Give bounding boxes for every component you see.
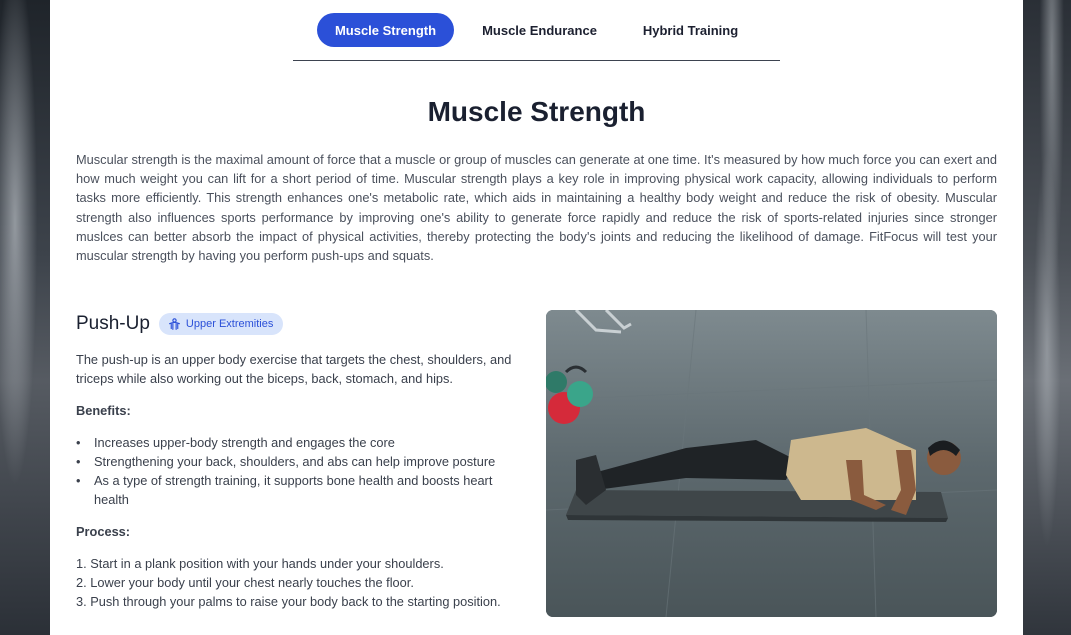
background-right <box>1023 0 1071 635</box>
benefit-item: Increases upper-body strength and engage… <box>76 433 521 452</box>
benefits-heading: Benefits: <box>76 403 131 418</box>
background-left <box>0 0 50 635</box>
body-area-badge: Upper Extremities <box>158 313 284 335</box>
content-panel: Muscle Strength Muscle Endurance Hybrid … <box>50 0 1023 635</box>
section-title: Muscle Strength <box>427 96 646 127</box>
upper-body-icon <box>168 317 180 330</box>
process-steps: 1. Start in a plank position with your h… <box>76 554 521 611</box>
process-heading: Process: <box>76 524 131 539</box>
exercise-details: The push-up is an upper body exercise th… <box>76 350 521 611</box>
pushup-illustration <box>546 310 997 617</box>
process-step: 3. Push through your palms to raise your… <box>76 594 501 609</box>
process-step: 2. Lower your body until your chest near… <box>76 575 414 590</box>
section-intro: Muscular strength is the maximal amount … <box>76 152 997 264</box>
exercise-header: Push-Up Upper Extremities <box>76 313 284 335</box>
tab-hybrid-training[interactable]: Hybrid Training <box>622 13 759 47</box>
benefit-item: As a type of strength training, it suppo… <box>76 471 521 509</box>
exercise-name: Push-Up <box>76 313 150 334</box>
process-step: 1. Start in a plank position with your h… <box>76 556 444 571</box>
benefits-list: Increases upper-body strength and engage… <box>76 433 521 509</box>
tab-muscle-endurance[interactable]: Muscle Endurance <box>471 13 608 47</box>
benefit-item: Strengthening your back, shoulders, and … <box>76 452 521 471</box>
exercise-description: The push-up is an upper body exercise th… <box>76 352 512 386</box>
pushup-demo-image <box>546 310 997 617</box>
tab-bar: Muscle Strength Muscle Endurance Hybrid … <box>293 12 780 61</box>
badge-label: Upper Extremities <box>185 318 274 330</box>
tab-muscle-strength[interactable]: Muscle Strength <box>317 13 454 47</box>
